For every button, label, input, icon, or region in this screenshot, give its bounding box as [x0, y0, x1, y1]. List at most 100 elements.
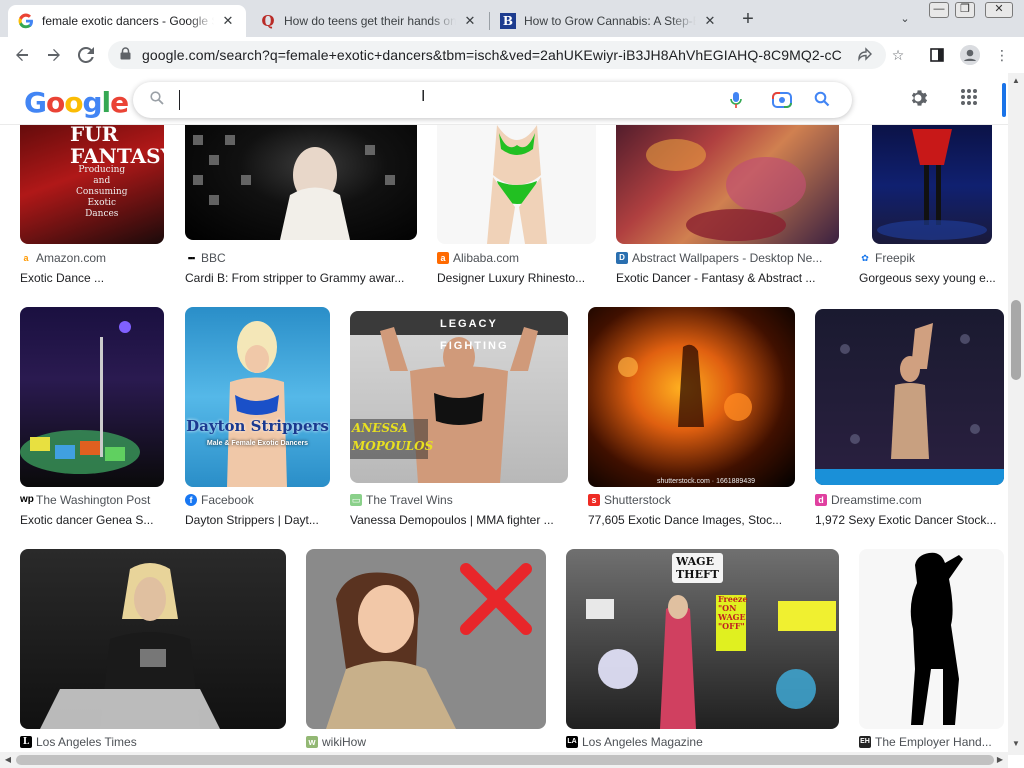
sign-in-button-edge[interactable] — [1002, 83, 1006, 117]
thumb-title: LEGACY FIGHTING — [440, 318, 509, 352]
result-thumbnail[interactable]: FUR FANTASY Producing and Consuming Exot… — [20, 125, 164, 244]
new-tab-button[interactable]: + — [736, 8, 760, 32]
close-tab-icon[interactable]: ✕ — [462, 13, 478, 29]
result-source[interactable]: ▭ The Travel Wins — [350, 493, 568, 507]
search-box[interactable]: I — [133, 82, 852, 118]
result-source[interactable]: wp The Washington Post — [20, 493, 165, 507]
image-result-card[interactable]: WAGE THEFT Freeze "ON WAGE "OFF" LA Los … — [566, 549, 839, 755]
image-result-card[interactable]: L Los Angeles Times — [20, 549, 286, 755]
logo-letter: e — [110, 86, 129, 119]
scroll-left-arrow-icon[interactable]: ◀ — [0, 752, 16, 768]
bookmark-star-icon[interactable]: ☆ — [888, 45, 908, 65]
result-title[interactable]: 77,605 Exotic Dance Images, Stoc... — [588, 513, 795, 527]
google-icon — [18, 13, 34, 29]
apps-grid-icon[interactable] — [958, 88, 980, 110]
close-tab-icon[interactable]: ✕ — [702, 13, 718, 29]
result-title[interactable]: Vanessa Demopoulos | MMA fighter ... — [350, 513, 568, 527]
result-source[interactable]: w wikiHow — [306, 735, 546, 749]
tab-google-search[interactable]: female exotic dancers - Google S ✕ — [8, 5, 246, 37]
result-title[interactable]: Exotic dancer Genea S... — [20, 513, 165, 527]
tab-quora[interactable]: Q How do teens get their hands on ✕ — [250, 5, 488, 37]
result-source[interactable]: ✿ Freepik — [859, 251, 999, 265]
result-source[interactable]: f Facebook — [185, 493, 330, 507]
result-thumbnail[interactable] — [185, 125, 417, 240]
scroll-right-arrow-icon[interactable]: ▶ — [992, 752, 1008, 768]
result-title[interactable]: Exotic Dancer - Fantasy & Abstract ... — [616, 271, 840, 285]
minimize-button[interactable]: — — [929, 2, 949, 18]
image-result-card[interactable]: ✿ Freepik Gorgeous sexy young e... — [859, 125, 999, 285]
voice-search-icon[interactable] — [727, 91, 745, 109]
google-logo[interactable]: Google — [24, 86, 129, 119]
search-submit-icon[interactable] — [813, 91, 831, 109]
result-thumbnail[interactable] — [616, 125, 839, 244]
close-tab-icon[interactable]: ✕ — [220, 13, 236, 29]
result-source[interactable]: a Alibaba.com — [437, 251, 597, 265]
tab-title: How to Grow Cannabis: A Step-B — [524, 14, 696, 28]
result-thumbnail[interactable] — [815, 309, 1004, 485]
abstract-wallpapers-icon: D — [616, 252, 628, 264]
image-result-card[interactable]: D Abstract Wallpapers - Desktop Ne... Ex… — [616, 125, 840, 285]
image-result-card[interactable]: w wikiHow — [306, 549, 546, 755]
image-result-card[interactable]: a Alibaba.com Designer Luxury Rhinesto..… — [437, 125, 597, 285]
url-text[interactable]: google.com/search?q=female+exotic+dancer… — [142, 47, 842, 63]
result-source[interactable]: d Dreamstime.com — [815, 493, 1005, 507]
search-icon — [148, 91, 166, 109]
tab-title: How do teens get their hands on — [284, 14, 456, 28]
result-title[interactable]: Cardi B: From stripper to Grammy awar... — [185, 271, 417, 285]
result-thumbnail[interactable] — [306, 549, 546, 729]
result-title[interactable]: 1,972 Sexy Exotic Dancer Stock... — [815, 513, 1005, 527]
browser-menu-icon[interactable]: ⋮ — [992, 45, 1012, 65]
result-source[interactable]: L Los Angeles Times — [20, 735, 286, 749]
result-thumbnail[interactable] — [20, 307, 164, 487]
scroll-up-arrow-icon[interactable]: ▲ — [1008, 73, 1024, 89]
result-thumbnail[interactable] — [859, 549, 1004, 729]
forward-button[interactable] — [40, 41, 68, 69]
image-results-grid: FUR FANTASY Producing and Consuming Exot… — [0, 125, 1008, 755]
result-thumbnail[interactable]: LEGACY FIGHTING ANESSA MOPOULOS — [350, 311, 568, 483]
lock-icon[interactable] — [120, 47, 134, 63]
result-source[interactable]: EH The Employer Hand... — [859, 735, 1004, 749]
result-source[interactable]: ▪▪▪ BBC — [185, 251, 417, 265]
lens-search-icon[interactable] — [772, 91, 792, 109]
vertical-scrollbar[interactable] — [1008, 73, 1024, 755]
vertical-scroll-thumb[interactable] — [1011, 300, 1021, 380]
result-thumbnail[interactable]: shutterstock.com · 1661889439 — [588, 307, 795, 487]
image-result-card[interactable]: d Dreamstime.com 1,972 Sexy Exotic Dance… — [815, 307, 1005, 529]
reload-button[interactable] — [72, 41, 100, 69]
back-button[interactable] — [8, 41, 36, 69]
image-result-card[interactable]: shutterstock.com · 1661889439 s Shutters… — [588, 307, 795, 529]
tab-business-insider[interactable]: B How to Grow Cannabis: A Step-B ✕ — [490, 5, 728, 37]
image-result-card[interactable]: Dayton Strippers Male & Female Exotic Da… — [185, 307, 330, 529]
result-thumbnail[interactable] — [20, 549, 286, 729]
image-result-card[interactable]: LEGACY FIGHTING ANESSA MOPOULOS ▭ The Tr… — [350, 307, 568, 529]
result-thumbnail[interactable] — [437, 125, 596, 244]
image-result-card[interactable]: wp The Washington Post Exotic dancer Gen… — [20, 307, 165, 529]
horizontal-scroll-thumb[interactable] — [16, 755, 994, 765]
profile-avatar-icon[interactable] — [960, 45, 980, 65]
share-icon[interactable] — [856, 46, 874, 64]
side-panel-icon[interactable] — [927, 45, 947, 65]
result-title[interactable]: Designer Luxury Rhinesto... — [437, 271, 597, 285]
result-thumbnail[interactable]: Dayton Strippers Male & Female Exotic Da… — [185, 307, 330, 487]
close-window-button[interactable]: ✕ — [985, 2, 1013, 18]
image-result-card[interactable]: EH The Employer Hand... — [859, 549, 1004, 755]
result-source[interactable]: s Shutterstock — [588, 493, 795, 507]
tab-search-icon[interactable]: ⌄ — [896, 10, 914, 28]
scroll-down-arrow-icon[interactable]: ▼ — [1008, 736, 1024, 752]
image-result-card[interactable]: ▪▪▪ BBC Cardi B: From stripper to Grammy… — [185, 125, 417, 285]
restore-button[interactable]: ❐ — [955, 2, 975, 18]
result-thumbnail[interactable] — [872, 125, 992, 244]
address-bar[interactable]: google.com/search?q=female+exotic+dancer… — [108, 41, 886, 69]
image-result-card[interactable]: FUR FANTASY Producing and Consuming Exot… — [20, 125, 165, 285]
settings-gear-icon[interactable] — [908, 88, 930, 110]
source-name: The Employer Hand... — [875, 735, 992, 749]
result-title[interactable]: Gorgeous sexy young e... — [859, 271, 999, 285]
result-source[interactable]: a Amazon.com — [20, 251, 165, 265]
search-input[interactable] — [179, 90, 719, 110]
result-title[interactable]: Dayton Strippers | Dayt... — [185, 513, 330, 527]
result-thumbnail[interactable]: WAGE THEFT Freeze "ON WAGE "OFF" — [566, 549, 839, 729]
result-title[interactable]: Exotic Dance ... — [20, 271, 165, 285]
thumb-subtitle: Male & Female Exotic Dancers — [206, 440, 309, 447]
result-source[interactable]: D Abstract Wallpapers - Desktop Ne... — [616, 251, 840, 265]
result-source[interactable]: LA Los Angeles Magazine — [566, 735, 839, 749]
